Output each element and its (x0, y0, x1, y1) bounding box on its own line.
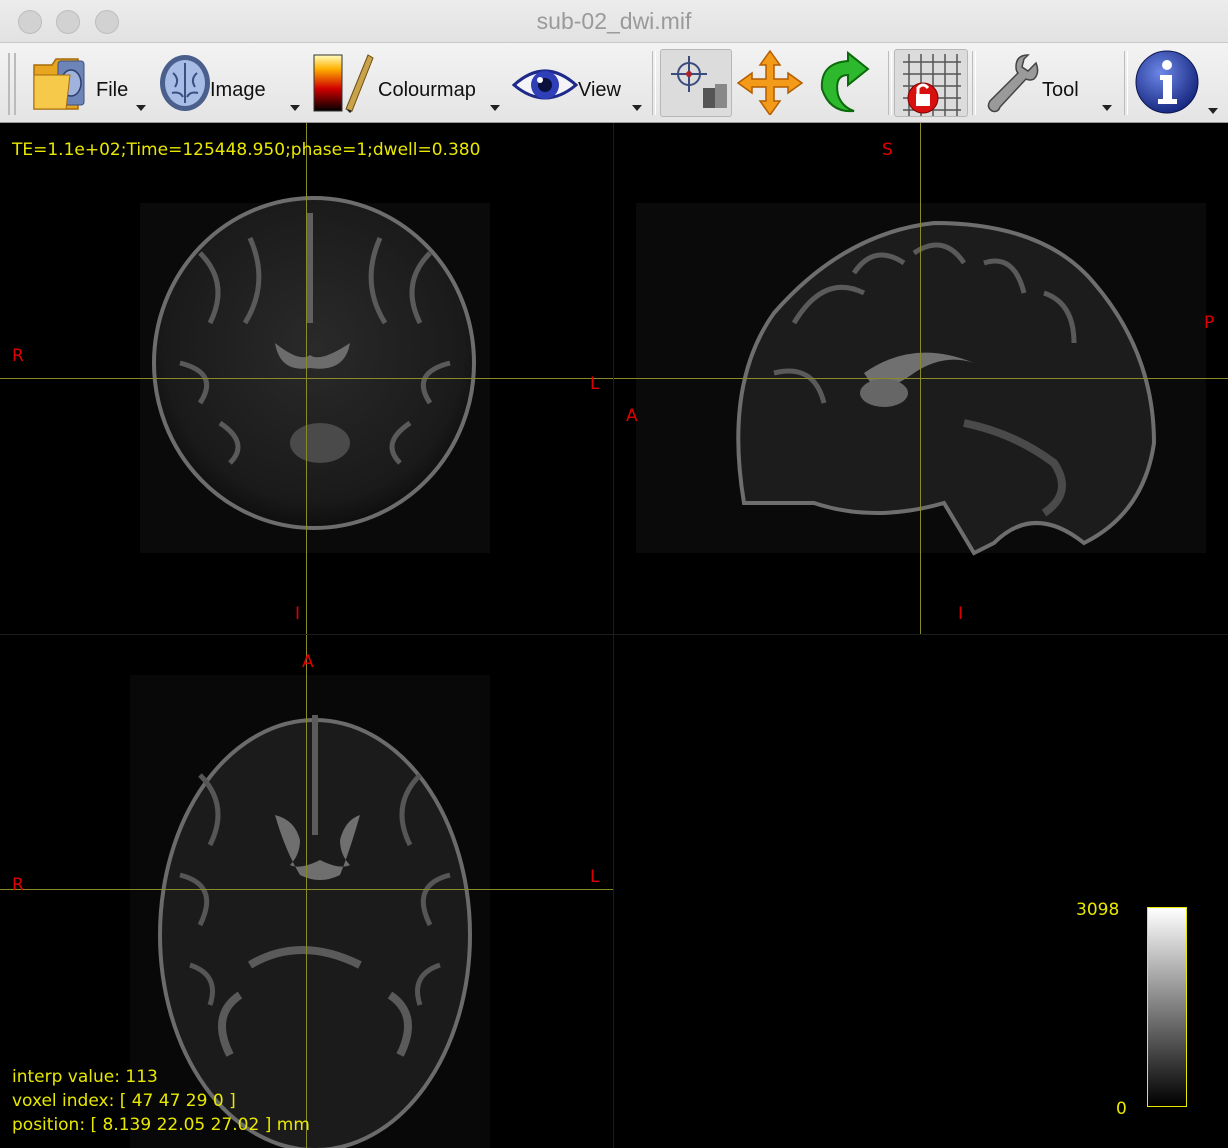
toolbar-separator (652, 51, 656, 115)
colourbar (1147, 907, 1187, 1107)
view-menu-button[interactable]: View (512, 49, 646, 117)
pan-mode-button[interactable] (736, 49, 806, 117)
crosshair-vertical (306, 123, 307, 634)
colourmap-label: Colourmap (378, 79, 476, 101)
toolbar-separator (972, 51, 976, 115)
toolbar-separator (888, 51, 892, 115)
wrench-icon (987, 54, 1039, 113)
position-readout: position: [ 8.139 22.05 27.02 ] mm (12, 1115, 310, 1135)
folder-icon (33, 58, 85, 110)
orientation-left-label: L (590, 374, 600, 394)
orientation-inferior-label: I (295, 604, 301, 624)
coronal-view[interactable]: TE=1.1e+02;Time=125448.950;phase=1;dwell… (0, 123, 613, 634)
crosshair-mode-icon (671, 56, 727, 108)
sagittal-view[interactable]: S A P I (614, 123, 1228, 634)
crosshair-mode-button[interactable] (660, 49, 732, 117)
orientation-posterior-label: P (1204, 313, 1215, 333)
chevron-down-icon (1102, 105, 1112, 111)
title-bar: sub-02_dwi.mif (0, 0, 1228, 43)
orientation-inferior-label: I (958, 604, 964, 624)
toolbar-overflow-chevron[interactable] (1208, 108, 1218, 114)
colourbar-max-label: 3098 (1076, 900, 1120, 920)
file-label: File (96, 79, 129, 101)
toolbar: File Image Colourmap View Tool (0, 43, 1228, 123)
window-title: sub-02_dwi.mif (536, 8, 692, 34)
info-button[interactable] (1134, 49, 1204, 117)
mrview-window: sub-02_dwi.mif File Image Colourmap View… (0, 0, 1228, 1148)
lock-grid-button[interactable] (894, 49, 968, 117)
rotate-mode-button[interactable] (810, 49, 884, 117)
orientation-superior-label: S (882, 140, 893, 160)
tool-label: Tool (1042, 79, 1079, 101)
chevron-down-icon (490, 105, 500, 111)
orientation-anterior-label: A (302, 652, 314, 672)
rotate-mode-icon (820, 50, 870, 113)
orientation-right-label: R (12, 346, 24, 366)
tool-menu-button[interactable]: Tool (980, 49, 1116, 117)
pan-mode-icon (736, 49, 804, 115)
toolbar-grip[interactable] (8, 53, 16, 115)
file-menu-button[interactable]: File (28, 49, 150, 117)
image-header-info: TE=1.1e+02;Time=125448.950;phase=1;dwell… (12, 140, 481, 160)
image-label: Image (210, 79, 266, 101)
orientation-left-label: L (590, 867, 600, 887)
colourbar-pane: 3098 0 (614, 635, 1228, 1148)
colourbar-min-label: 0 (1116, 1099, 1127, 1119)
colourmap-menu-button[interactable]: Colourmap (310, 49, 506, 117)
orientation-right-label: R (12, 875, 24, 895)
eye-icon (512, 69, 578, 100)
colourbar-icon (313, 54, 374, 113)
info-icon (1135, 50, 1199, 114)
interp-value-readout: interp value: 113 (12, 1067, 158, 1087)
image-menu-button[interactable]: Image (158, 49, 304, 117)
crosshair-vertical (306, 635, 307, 1148)
crosshair-horizontal (614, 378, 1228, 379)
crosshair-vertical (920, 123, 921, 634)
lock-grid-icon (903, 54, 961, 116)
image-viewer[interactable]: TE=1.1e+02;Time=125448.950;phase=1;dwell… (0, 123, 1228, 1148)
brain-icon (160, 55, 210, 111)
orientation-anterior-label: A (626, 406, 638, 426)
voxel-index-readout: voxel index: [ 47 47 29 0 ] (12, 1091, 236, 1111)
chevron-down-icon (290, 105, 300, 111)
chevron-down-icon (632, 105, 642, 111)
axial-view[interactable]: A R L interp value: 113 voxel index: [ 4… (0, 635, 613, 1148)
chevron-down-icon (136, 105, 146, 111)
view-label: View (578, 79, 621, 101)
toolbar-separator (1124, 51, 1128, 115)
